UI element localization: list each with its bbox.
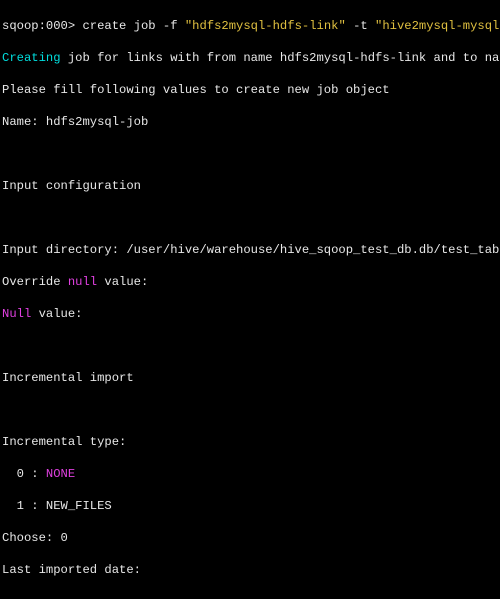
command-line: sqoop:000> create job -f "hdfs2mysql-hdf… [2, 18, 498, 34]
output-line: Override null value: [2, 274, 498, 290]
output-line: Name: hdfs2mysql-job [2, 114, 498, 130]
output-line: Creating job for links with from name hd… [2, 50, 498, 66]
terminal-output[interactable]: sqoop:000> create job -f "hdfs2mysql-hdf… [0, 0, 500, 599]
output-line: 0 : NONE [2, 466, 498, 482]
null-keyword: null [68, 275, 97, 289]
enum-value: NONE [46, 467, 75, 481]
prompt: sqoop:000> [2, 19, 82, 33]
output-line: Last imported date: [2, 562, 498, 578]
blank-line [2, 338, 498, 354]
blank-line [2, 594, 498, 599]
output-line: Null value: [2, 306, 498, 322]
output-line: 1 : NEW_FILES [2, 498, 498, 514]
blank-line [2, 402, 498, 418]
cmd-text: create job -f [82, 19, 184, 33]
cmd-text: -t [346, 19, 375, 33]
status-word: Creating [2, 51, 61, 65]
cmd-arg: "hive2mysql-mysql [375, 19, 499, 33]
cmd-arg: "hdfs2mysql-hdfs-link" [185, 19, 346, 33]
section-header: Input configuration [2, 178, 498, 194]
section-header: Incremental import [2, 370, 498, 386]
blank-line [2, 210, 498, 226]
output-line: Please fill following values to create n… [2, 82, 498, 98]
output-line: Choose: 0 [2, 530, 498, 546]
null-keyword: Null [2, 307, 31, 321]
output-line: Incremental type: [2, 434, 498, 450]
blank-line [2, 146, 498, 162]
output-line: Input directory: /user/hive/warehouse/hi… [2, 242, 498, 258]
